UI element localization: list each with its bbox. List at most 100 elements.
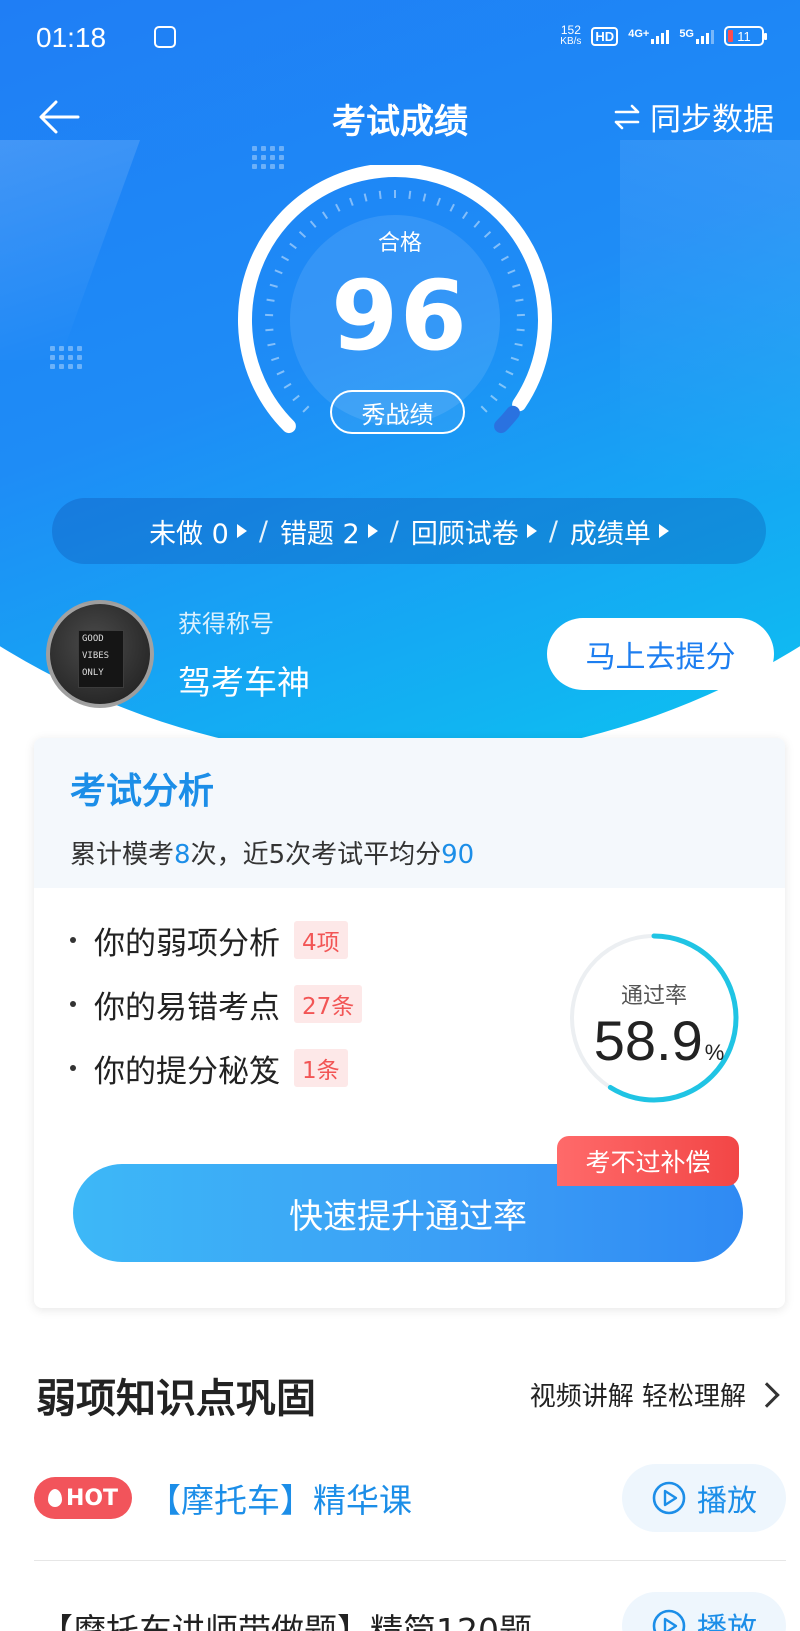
compensation-badge: 考不过补偿 — [557, 1136, 739, 1186]
video-explain-link[interactable]: 视频讲解 轻松理解 — [529, 1376, 780, 1413]
decorative-streak — [0, 140, 141, 360]
network-speed: 152 KB/s — [560, 24, 581, 48]
gauge-tick — [480, 405, 488, 413]
course-title: 【摩托车讲师带做题】精简120题 — [40, 1611, 532, 1631]
nav-header: 考试成绩 同步数据 — [0, 88, 800, 148]
quick-nav-review[interactable]: 回顾试卷 — [403, 512, 545, 551]
sim1-signal-icon: 4G+ — [628, 28, 670, 44]
quick-nav-report[interactable]: 成绩单 — [562, 512, 677, 551]
triangle-right-icon — [526, 524, 537, 538]
network-speed-value: 152 — [560, 23, 581, 37]
gauge-tick — [436, 197, 441, 206]
quick-nav-bar: 未做 0 / 错题 2 / 回顾试卷 / 成绩单 — [52, 498, 766, 564]
gauge-tick — [490, 394, 498, 402]
gauge-tick — [292, 394, 300, 402]
gauge-tick — [461, 211, 469, 220]
separator: / — [389, 515, 399, 547]
count-tag: 27条 — [294, 985, 363, 1023]
play-label: 播放 — [697, 1612, 757, 1631]
sync-icon — [614, 104, 640, 129]
sim1-label: 4G+ — [628, 28, 650, 40]
quick-nav-label: 回顾试卷 — [410, 518, 519, 550]
battery-icon: 11 — [724, 26, 767, 46]
status-bar: 01:18 152 KB/s HD 4G+ 5G 11 — [36, 18, 767, 58]
count-tag: 4项 — [294, 921, 348, 959]
flame-icon — [47, 1489, 62, 1507]
quick-nav-label: 错题 2 — [279, 518, 360, 550]
earned-title: 驾考车神 — [178, 663, 310, 702]
section-link-label: 视频讲解 轻松理解 — [529, 1382, 746, 1412]
exam-analysis-card: 考试分析 累计模考8次，近5次考试平均分90 你的弱项分析 4项 你的易错考点 … — [34, 738, 785, 1308]
avatar-text: VIBES — [82, 651, 110, 661]
share-score-button[interactable]: 秀战绩 — [330, 390, 465, 434]
course-item[interactable]: HOT 【摩托车】精华课 播放 — [34, 1458, 786, 1538]
error-prone-row[interactable]: 你的易错考点 27条 — [70, 972, 363, 1036]
pass-status: 合格 — [377, 231, 422, 256]
bullet — [70, 1065, 76, 1071]
gauge-tick — [349, 197, 354, 206]
avatar[interactable]: GOOD VIBES ONLY — [46, 600, 154, 708]
pass-rate-number: 58.9 — [593, 1009, 703, 1072]
analysis-item-label: 你的提分秘笈 — [94, 1053, 280, 1090]
divider — [34, 1560, 786, 1561]
boost-score-button[interactable]: 马上去提分 — [547, 618, 774, 690]
course-item[interactable]: 【摩托车讲师带做题】精简120题 播放 — [34, 1582, 786, 1631]
battery-level: 11 — [737, 28, 751, 44]
triangle-right-icon — [367, 524, 378, 538]
hot-label: HOT — [65, 1485, 119, 1511]
analysis-title: 考试分析 — [70, 771, 215, 812]
quick-nav-label: 成绩单 — [569, 518, 651, 550]
pass-rate-label: 通过率 — [620, 984, 687, 1009]
play-label: 播放 — [697, 1484, 757, 1519]
gauge-tick — [283, 382, 292, 389]
play-icon — [652, 1609, 686, 1631]
tips-row[interactable]: 你的提分秘笈 1条 — [70, 1036, 362, 1100]
exam-count: 8 — [174, 840, 191, 870]
pass-rate-unit: % — [704, 1040, 725, 1065]
separator: / — [258, 515, 268, 547]
play-button[interactable]: 播放 — [622, 1592, 786, 1631]
bullet — [70, 937, 76, 943]
summary-prefix: 累计模考 — [70, 840, 175, 870]
gauge-tick — [449, 203, 455, 212]
quick-nav-wrong[interactable]: 错题 2 — [272, 512, 386, 551]
gauge-tick — [363, 193, 368, 202]
gauge-tick — [498, 382, 507, 389]
sync-data-button[interactable]: 同步数据 — [612, 94, 774, 139]
gauge-tick — [321, 211, 329, 220]
avatar-text: ONLY — [82, 668, 104, 678]
analysis-item-label: 你的弱项分析 — [94, 925, 280, 962]
separator: / — [548, 515, 558, 547]
play-icon — [652, 1481, 686, 1515]
decorative-dots — [50, 346, 82, 369]
count-tag: 1条 — [294, 1049, 348, 1087]
gauge-tick — [302, 405, 310, 413]
app-notification-icon — [154, 26, 176, 48]
avatar-image: GOOD VIBES ONLY — [78, 630, 124, 688]
pass-rate-value: 58.9% — [574, 1008, 744, 1073]
weak-items-row[interactable]: 你的弱项分析 4项 — [70, 908, 362, 972]
sim2-signal-icon: 5G — [679, 28, 714, 44]
avatar-text: GOOD — [82, 634, 104, 644]
course-title: 【摩托车】精华课 — [148, 1481, 412, 1520]
pass-rate-ring: 通过率 58.9% — [564, 928, 744, 1108]
analysis-list: 你的弱项分析 4项 你的易错考点 27条 你的提分秘笈 1条 — [70, 908, 363, 1100]
chevron-right-icon — [754, 1381, 780, 1408]
sim2-label: 5G — [679, 28, 694, 40]
decorative-streak — [620, 140, 800, 480]
status-time: 01:18 — [36, 22, 107, 53]
hot-badge: HOT — [34, 1477, 132, 1519]
hd-icon: HD — [591, 26, 619, 46]
play-button[interactable]: 播放 — [622, 1464, 786, 1532]
bullet — [70, 1001, 76, 1007]
analysis-item-label: 你的易错考点 — [94, 989, 280, 1026]
network-speed-unit: KB/s — [560, 36, 582, 47]
triangle-right-icon — [658, 524, 669, 538]
analysis-header: 考试分析 累计模考8次，近5次考试平均分90 — [34, 738, 785, 888]
title-caption: 获得称号 — [178, 610, 274, 638]
quick-nav-undone[interactable]: 未做 0 — [141, 512, 255, 551]
sync-label: 同步数据 — [650, 102, 774, 138]
gauge-tick — [422, 193, 427, 202]
gauge-tick — [335, 203, 341, 212]
score-gauge: 合格 96 秀战绩 — [235, 163, 565, 465]
